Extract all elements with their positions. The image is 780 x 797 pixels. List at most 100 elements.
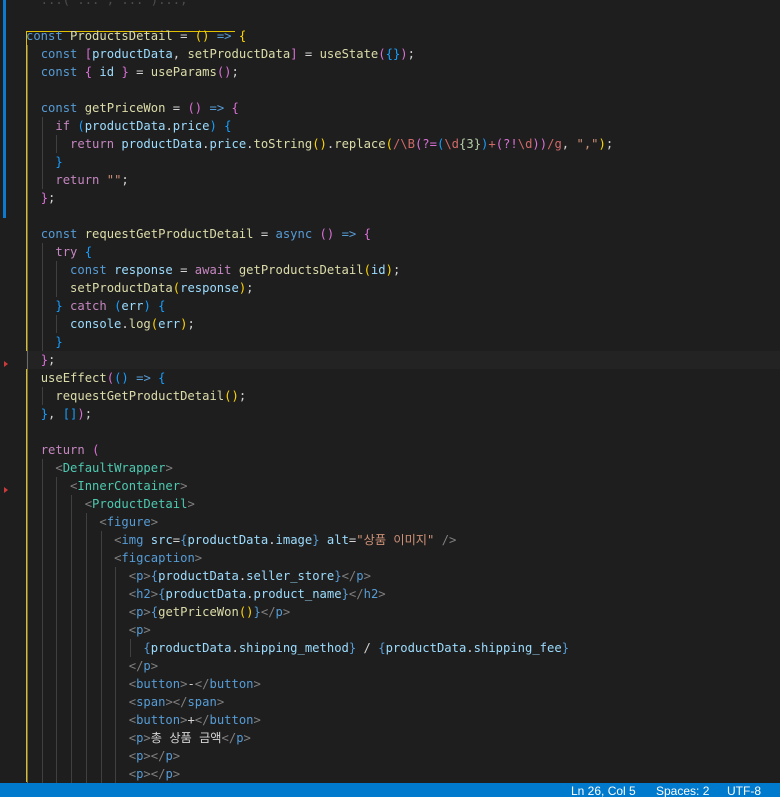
indent-guide	[41, 585, 43, 603]
code-line[interactable]: <span></span>	[26, 693, 780, 711]
code-token: .	[268, 533, 276, 547]
code-line[interactable]: <button>+</button>	[26, 711, 780, 729]
code-token: try	[55, 245, 85, 259]
code-token: const	[40, 65, 85, 79]
code-token: <	[99, 515, 107, 529]
code-line[interactable]: const getPriceWon = () => {	[26, 99, 780, 117]
code-token: )	[598, 137, 606, 151]
code-token: ;	[48, 353, 56, 367]
code-line[interactable]: try {	[26, 243, 780, 261]
indent-guide	[27, 675, 28, 693]
code-line[interactable]	[26, 423, 780, 441]
code-token: getPriceWon	[84, 101, 166, 115]
code-token: p	[275, 605, 283, 619]
code-token: p	[356, 569, 364, 583]
code-token: id	[99, 65, 115, 79]
code-lines[interactable]: ...( ... , ... )...; const ProductsDetai…	[26, 0, 780, 783]
code-line[interactable]: const ProductsDetail = () => {	[26, 27, 780, 45]
code-line[interactable]: const response = await getProductsDetail…	[26, 261, 780, 279]
code-line[interactable]: <p></p>	[26, 747, 780, 765]
indent-guide	[56, 531, 58, 549]
code-token: }	[121, 65, 129, 79]
code-line[interactable]: <button>-</button>	[26, 675, 780, 693]
indent-guide	[27, 747, 28, 765]
code-token: =	[172, 263, 195, 277]
code-line[interactable]: <img src={productData.image} alt="상품 이미지…	[26, 531, 780, 549]
code-token: )	[209, 119, 217, 133]
code-token: getPriceWon	[158, 605, 239, 619]
code-line[interactable]: <DefaultWrapper>	[26, 459, 780, 477]
code-editor[interactable]: ...( ... , ... )...; const ProductsDetai…	[0, 0, 780, 783]
code-token: >	[378, 587, 386, 601]
code-line[interactable]: };	[26, 351, 780, 369]
indent-guide	[27, 63, 28, 81]
code-token: ;	[246, 281, 254, 295]
indent-guide	[27, 657, 28, 675]
code-line[interactable]: }, []);	[26, 405, 780, 423]
code-line[interactable]: const requestGetProductDetail = async ()…	[26, 225, 780, 243]
code-token: </	[194, 677, 210, 691]
indent-guide	[100, 585, 102, 603]
code-token: p	[165, 749, 173, 763]
code-token: }	[341, 587, 349, 601]
code-token: >	[143, 569, 151, 583]
code-token: button	[136, 713, 181, 727]
code-token: await	[194, 263, 239, 277]
code-line[interactable]: return (	[26, 441, 780, 459]
code-line[interactable]	[26, 81, 780, 99]
indent-guide	[41, 567, 43, 585]
code-line[interactable]: <p>{productData.seller_store}</p>	[26, 567, 780, 585]
code-token: =>	[136, 371, 151, 385]
code-line[interactable]: const { id } = useParams();	[26, 63, 780, 81]
indent-guide	[85, 693, 87, 711]
indent-guide	[41, 153, 43, 171]
code-line[interactable]: ...( ... , ... )...;	[26, 0, 780, 9]
code-line[interactable]: }	[26, 153, 780, 171]
gutter-fold-arrow-icon[interactable]	[4, 487, 8, 493]
indentation-setting[interactable]: Spaces: 2	[656, 784, 709, 797]
code-line[interactable]: const [productData, setProductData] = us…	[26, 45, 780, 63]
gutter-fold-arrow-icon[interactable]	[4, 361, 8, 367]
code-line[interactable]: if (productData.price) {	[26, 117, 780, 135]
code-line[interactable]: return productData.price.toString().repl…	[26, 135, 780, 153]
code-token: >	[194, 551, 203, 565]
code-line[interactable]: useEffect(() => {	[26, 369, 780, 387]
code-line[interactable]: <InnerContainer>	[26, 477, 780, 495]
code-token: shipping_method	[238, 641, 349, 655]
code-line[interactable]: requestGetProductDetail();	[26, 387, 780, 405]
cursor-position[interactable]: Ln 26, Col 5	[571, 784, 636, 797]
code-line[interactable]	[26, 9, 780, 27]
code-token: ""	[106, 173, 122, 187]
code-line[interactable]: </p>	[26, 657, 780, 675]
code-line[interactable]: setProductData(response);	[26, 279, 780, 297]
code-line[interactable]: console.log(err);	[26, 315, 780, 333]
code-line[interactable]: return "";	[26, 171, 780, 189]
code-token: >	[363, 569, 371, 583]
code-line[interactable]: <h2>{productData.product_name}</h2>	[26, 585, 780, 603]
code-token: toString	[253, 137, 313, 151]
code-line[interactable]: <p>{getPriceWon()}</p>	[26, 603, 780, 621]
code-line[interactable]: } catch (err) {	[26, 297, 780, 315]
indent-guide	[41, 261, 43, 279]
code-token: requestGetProductDetail	[55, 389, 225, 403]
code-line[interactable]: {productData.shipping_method} / {product…	[26, 639, 780, 657]
code-line[interactable]: <ProductDetail>	[26, 495, 780, 513]
code-token: if	[55, 119, 78, 133]
code-token: {	[238, 29, 247, 43]
code-line[interactable]: <figure>	[26, 513, 780, 531]
code-line[interactable]	[26, 207, 780, 225]
indent-guide	[56, 765, 58, 783]
code-line[interactable]: <figcaption>	[26, 549, 780, 567]
code-token: const	[40, 47, 85, 61]
code-line[interactable]: <p>총 상품 금액</p>	[26, 729, 780, 747]
code-token: productData	[158, 569, 239, 583]
encoding-setting[interactable]: UTF-8	[727, 784, 761, 797]
code-token: }	[334, 569, 342, 583]
code-token: =	[172, 29, 195, 43]
code-line[interactable]: <p>	[26, 621, 780, 639]
code-token: "상품 이미지"	[356, 533, 435, 547]
code-line[interactable]: };	[26, 189, 780, 207]
code-token: replace	[334, 137, 386, 151]
code-line[interactable]: }	[26, 333, 780, 351]
code-line[interactable]: <p></p>	[26, 765, 780, 783]
